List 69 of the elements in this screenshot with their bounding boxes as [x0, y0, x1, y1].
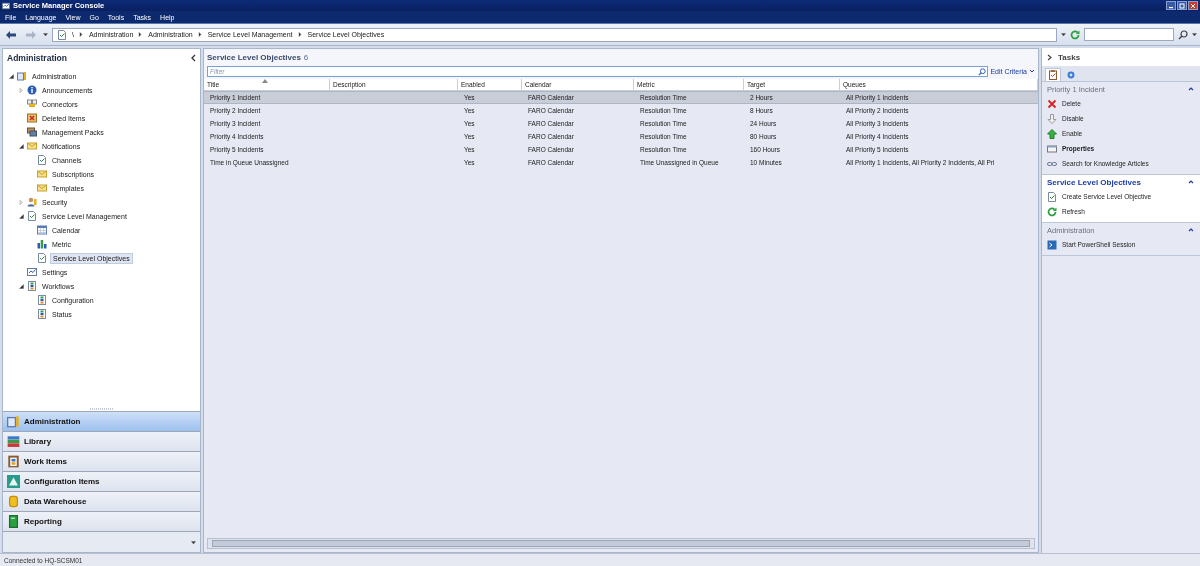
more-icon: [191, 539, 196, 545]
close-icon: [1190, 2, 1196, 9]
clipboard-check-icon: [1048, 70, 1058, 80]
item-count: 6: [303, 53, 309, 62]
info-icon: [27, 85, 37, 95]
user-icon: [27, 197, 37, 207]
expand-icon[interactable]: [1047, 53, 1052, 61]
workspace-button[interactable]: Reporting: [3, 511, 200, 531]
collapse-icon[interactable]: [1188, 180, 1194, 184]
expander-icon[interactable]: [9, 73, 14, 79]
workspace-button[interactable]: Data Warehouse: [3, 491, 200, 511]
delete-icon: [27, 113, 37, 123]
workflow-icon: [37, 309, 47, 319]
document-icon: [27, 211, 37, 221]
separator-icon: [297, 32, 303, 37]
clipboard-icon: [7, 455, 20, 468]
horizontal-scrollbar[interactable]: [207, 538, 1035, 549]
document-icon: [37, 155, 47, 165]
book-icon: [7, 515, 20, 528]
document-icon: [1047, 191, 1057, 202]
document-icon: [57, 29, 67, 40]
collapse-icon[interactable]: [190, 54, 196, 62]
refresh-icon: [1070, 29, 1080, 40]
dropdown-icon: [43, 32, 48, 37]
panel-title: Administration: [7, 53, 67, 63]
workflow-icon: [27, 281, 37, 291]
triangle-icon: [7, 475, 20, 488]
workspace-button[interactable]: Library: [3, 431, 200, 451]
dropdown-icon: [1061, 32, 1066, 37]
cylinder-icon: [7, 495, 20, 508]
close-icon: [1047, 98, 1057, 109]
view-title: Service Level Objectives: [207, 53, 301, 62]
maximize-icon: [1179, 2, 1185, 9]
refresh-icon: [1047, 206, 1057, 217]
connector-icon: [27, 99, 37, 109]
document-icon: [37, 253, 47, 263]
close-button[interactable]: [1188, 1, 1198, 10]
terminal-icon: [1047, 239, 1057, 250]
collapse-icon[interactable]: [1188, 228, 1194, 232]
envelope-icon: [27, 141, 37, 151]
chevron-down-icon: [1029, 69, 1035, 74]
books-icon: [7, 435, 20, 448]
workflow-icon: [37, 295, 47, 305]
search-field[interactable]: [1084, 28, 1174, 41]
workspace-button[interactable]: Administration: [3, 411, 200, 431]
up-arrow-icon: [1047, 128, 1057, 139]
envelope-icon: [37, 183, 47, 193]
maximize-button[interactable]: [1177, 1, 1187, 10]
expander-icon[interactable]: [19, 283, 24, 289]
envelope-icon: [37, 169, 47, 179]
collapse-icon[interactable]: [1188, 87, 1194, 91]
dropdown-icon: [1192, 32, 1197, 37]
expander-icon[interactable]: [19, 143, 24, 149]
window-icon: [1047, 143, 1057, 154]
workspace-button[interactable]: Configuration Items: [3, 471, 200, 491]
search-icon[interactable]: [1178, 29, 1188, 40]
tasks-tab[interactable]: [1045, 68, 1061, 81]
minimize-button[interactable]: [1166, 1, 1176, 10]
calendar-icon: [37, 225, 47, 235]
section-title: Service Level Objectives: [1047, 177, 1141, 187]
package-icon: [27, 127, 37, 137]
workspace-button[interactable]: Work Items: [3, 451, 200, 471]
separator-icon: [78, 32, 84, 37]
separator-icon: [138, 32, 144, 37]
separator-icon: [197, 32, 203, 37]
panel-title: Tasks: [1058, 52, 1081, 62]
down-arrow-icon: [1047, 113, 1057, 124]
bar-chart-icon: [37, 239, 47, 249]
expander-icon[interactable]: [19, 213, 24, 219]
